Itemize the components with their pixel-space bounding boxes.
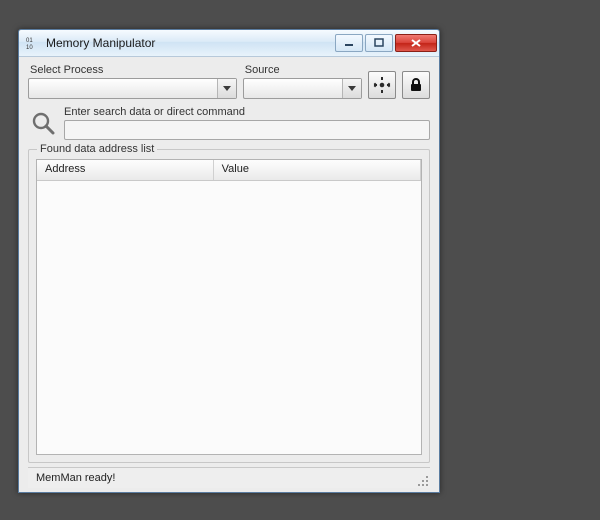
- svg-text:01: 01: [26, 38, 33, 44]
- column-value[interactable]: Value: [214, 160, 421, 180]
- lock-icon: [408, 77, 424, 93]
- listview-header: Address Value: [37, 160, 421, 181]
- minimize-button[interactable]: [335, 34, 363, 52]
- search-icon: [28, 108, 58, 138]
- search-input[interactable]: [64, 120, 430, 140]
- top-row: Select Process Source: [28, 64, 430, 99]
- found-list-group: Found data address list Address Value: [28, 149, 430, 463]
- titlebar[interactable]: 01 10 Memory Manipulator: [19, 30, 439, 57]
- chevron-down-icon: [217, 79, 236, 98]
- refresh-icon: [373, 76, 391, 94]
- svg-text:10: 10: [26, 45, 33, 50]
- binary-tweak-icon: 01 10: [25, 35, 41, 51]
- search-column: Enter search data or direct command: [64, 106, 430, 140]
- maximize-button[interactable]: [365, 34, 393, 52]
- process-combo[interactable]: [28, 78, 237, 99]
- minimize-icon: [344, 38, 354, 48]
- process-label: Select Process: [30, 64, 237, 76]
- process-field: Select Process: [28, 64, 237, 99]
- chevron-down-icon: [342, 79, 361, 98]
- column-address[interactable]: Address: [37, 160, 214, 180]
- window-buttons: [335, 34, 437, 52]
- listview-body: [37, 181, 421, 454]
- status-text: MemMan ready!: [36, 472, 115, 484]
- client-area: Select Process Source: [19, 57, 439, 492]
- lock-button[interactable]: [402, 71, 430, 99]
- found-list-label: Found data address list: [37, 143, 157, 155]
- close-icon: [410, 38, 422, 48]
- source-combo[interactable]: [243, 78, 362, 99]
- refresh-button[interactable]: [368, 71, 396, 99]
- app-window: 01 10 Memory Manipulator Select Proces: [18, 29, 440, 493]
- address-listview[interactable]: Address Value: [36, 159, 422, 455]
- resize-grip[interactable]: [416, 474, 428, 486]
- source-label: Source: [245, 64, 362, 76]
- search-label: Enter search data or direct command: [64, 106, 430, 118]
- search-row: Enter search data or direct command: [28, 106, 430, 140]
- close-button[interactable]: [395, 34, 437, 52]
- status-bar: MemMan ready!: [28, 467, 430, 488]
- maximize-icon: [374, 38, 384, 48]
- window-title: Memory Manipulator: [46, 36, 155, 50]
- source-field: Source: [243, 64, 362, 99]
